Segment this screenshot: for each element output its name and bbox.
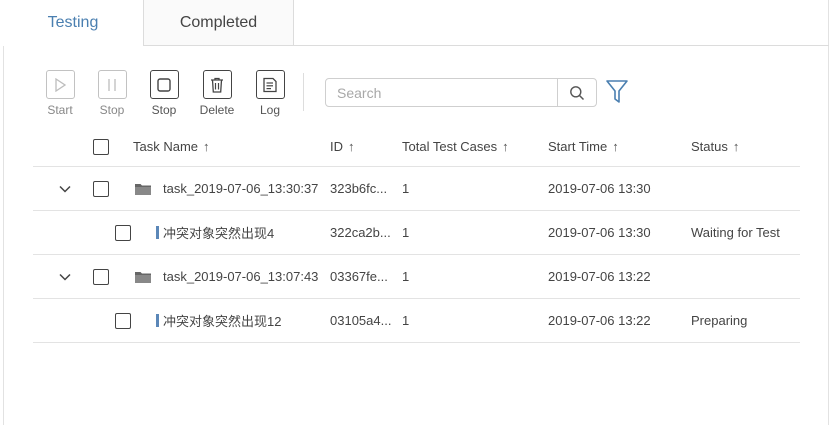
header-total-test-cases[interactable]: Total Test Cases ↑ <box>402 127 509 166</box>
table-row[interactable]: 冲突对象突然出现12 03105a4... 1 2019-07-06 13:22… <box>33 299 800 343</box>
tab-testing[interactable]: Testing <box>3 0 143 46</box>
header-id[interactable]: ID ↑ <box>330 127 355 166</box>
status: Preparing <box>691 313 748 328</box>
tab-bar: Testing Completed <box>3 0 829 46</box>
table-header: Task Name ↑ ID ↑ Total Test Cases ↑ Start T… <box>33 127 800 167</box>
table-row[interactable]: 冲突对象突然出现4 322ca2b... 1 2019-07-06 13:30 … <box>33 211 800 255</box>
total-test-cases: 1 <box>402 181 410 196</box>
task-id: 03105a4... <box>330 313 392 328</box>
start-time: 2019-07-06 13:22 <box>548 269 651 284</box>
tab-completed[interactable]: Completed <box>143 0 294 45</box>
log-label: Log <box>259 103 281 117</box>
task-id: 322ca2b... <box>330 225 391 240</box>
chevron-down-icon[interactable] <box>59 273 71 281</box>
header-status[interactable]: Status ↑ <box>691 127 739 166</box>
log-document-icon <box>255 70 285 99</box>
sort-arrow-icon: ↑ <box>612 139 619 154</box>
start-label: Start <box>47 103 73 117</box>
header-total-label: Total Test Cases <box>402 139 498 154</box>
sort-arrow-icon: ↑ <box>502 139 509 154</box>
task-name: 冲突对象突然出现12 <box>163 314 282 329</box>
stop-square-icon <box>149 70 179 99</box>
case-marker <box>156 226 159 239</box>
pause-stop-label: Stop <box>99 103 125 117</box>
header-task-name[interactable]: Task Name ↑ <box>133 127 210 166</box>
header-start-time-label: Start Time <box>548 139 608 154</box>
header-task-name-label: Task Name <box>133 139 199 154</box>
search-icon <box>570 85 585 100</box>
search-input[interactable] <box>326 79 558 106</box>
pause-stop-button[interactable]: Stop <box>92 70 132 117</box>
start-time: 2019-07-06 13:22 <box>548 313 651 328</box>
table-row[interactable]: task_2019-07-06_13:07:43 03367fe... 1 20… <box>33 255 800 299</box>
log-button[interactable]: Log <box>250 70 290 117</box>
select-all-checkbox[interactable] <box>93 138 109 155</box>
pause-icon <box>97 70 127 99</box>
task-id: 03367fe... <box>330 269 388 284</box>
folder-icon <box>135 271 151 283</box>
filter-button[interactable] <box>605 79 629 105</box>
delete-button[interactable]: Delete <box>197 70 237 117</box>
total-test-cases: 1 <box>402 225 410 240</box>
row-checkbox[interactable] <box>115 224 131 241</box>
task-id: 323b6fc... <box>330 181 388 196</box>
row-checkbox[interactable] <box>115 312 131 329</box>
row-checkbox[interactable] <box>93 268 109 285</box>
start-button[interactable]: Start <box>40 70 80 117</box>
chevron-down-icon[interactable] <box>59 185 71 193</box>
header-status-label: Status <box>691 139 728 154</box>
task-name: task_2019-07-06_13:30:37 <box>163 181 319 196</box>
total-test-cases: 1 <box>402 269 410 284</box>
header-start-time[interactable]: Start Time ↑ <box>548 127 619 166</box>
header-id-label: ID <box>330 139 343 154</box>
stop-button[interactable]: Stop <box>144 70 184 117</box>
play-icon <box>45 70 75 99</box>
start-time: 2019-07-06 13:30 <box>548 181 651 196</box>
sort-arrow-icon: ↑ <box>348 139 355 154</box>
filter-icon <box>606 80 628 103</box>
row-checkbox[interactable] <box>93 180 109 197</box>
case-marker <box>156 314 159 327</box>
task-table: Task Name ↑ ID ↑ Total Test Cases ↑ Start T… <box>33 127 800 343</box>
sort-arrow-icon: ↑ <box>203 139 210 154</box>
stop-label: Stop <box>151 103 177 117</box>
table-row[interactable]: task_2019-07-06_13:30:37 323b6fc... 1 20… <box>33 167 800 211</box>
delete-label: Delete <box>199 103 235 117</box>
trash-icon <box>202 70 232 99</box>
toolbar-divider <box>303 73 304 111</box>
folder-icon <box>135 183 151 195</box>
status: Waiting for Test <box>691 225 780 240</box>
start-time: 2019-07-06 13:30 <box>548 225 651 240</box>
task-name: task_2019-07-06_13:07:43 <box>163 269 319 284</box>
sort-arrow-icon: ↑ <box>732 139 740 154</box>
search-box <box>325 78 597 107</box>
search-button[interactable] <box>557 79 596 106</box>
total-test-cases: 1 <box>402 313 410 328</box>
task-name: 冲突对象突然出现4 <box>163 226 275 241</box>
